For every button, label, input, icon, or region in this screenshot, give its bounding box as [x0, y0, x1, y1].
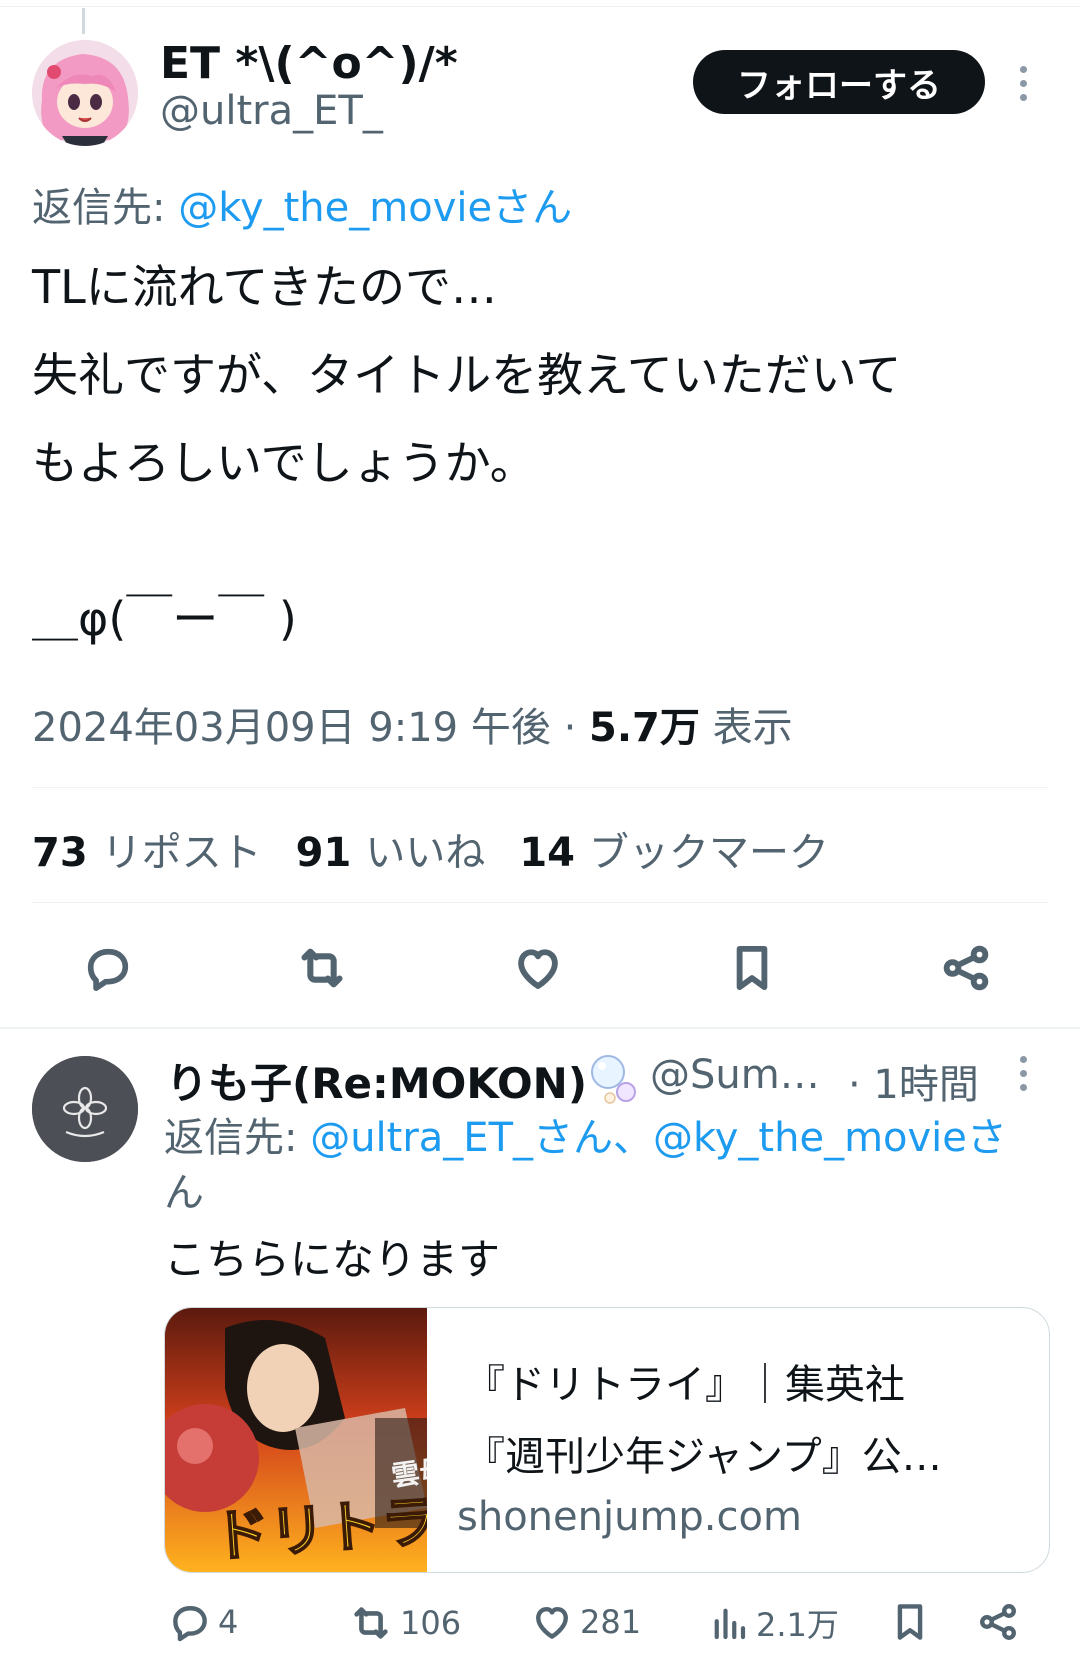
- tweet-body-line-5: ＿φ(￣ー￣ ): [32, 592, 297, 646]
- bubbles-emoji-icon: [588, 1052, 638, 1106]
- reply-to-handles-link[interactable]: @ultra_ET_さん、@ky_the_movieさ: [310, 1115, 1007, 1161]
- like-label[interactable]: いいね: [365, 830, 485, 876]
- tweet-meta: 2024年03月09日 9:19 午後 · 5.7万 表示: [32, 695, 793, 753]
- like-icon[interactable]: [508, 938, 568, 998]
- tweet-body-line-2: 失礼ですが、タイトルを教えていただいて: [32, 348, 902, 402]
- section-divider: [0, 1027, 1080, 1029]
- views-icon: [714, 1608, 746, 1640]
- share-icon[interactable]: [936, 938, 996, 998]
- reply-icon[interactable]: [78, 938, 138, 998]
- top-divider: [0, 6, 1080, 7]
- reply-share-action[interactable]: [976, 1600, 1020, 1644]
- retweet-icon[interactable]: [292, 938, 352, 998]
- reply-views-action[interactable]: 2.1万: [708, 1600, 839, 1646]
- avatar-image: [32, 1056, 138, 1162]
- reply-to-line: 返信先: @ky_the_movieさん: [32, 175, 572, 233]
- reply-to-handle-link[interactable]: @ky_the_movieさん: [178, 185, 572, 231]
- tweet-timestamp[interactable]: 2024年03月09日 9:19 午後: [32, 705, 551, 751]
- link-card-domain: shonenjump.com: [457, 1494, 802, 1540]
- engagement-stats: 73 リポスト 91 いいね 14 ブックマーク: [32, 820, 863, 878]
- meta-separator: ·: [550, 705, 590, 751]
- reply-more-options-icon[interactable]: [1015, 1056, 1031, 1091]
- tweet-body-line-3: もよろしいでしょうか。: [32, 436, 536, 490]
- link-card-title-line-1: 『ドリトライ』｜集英社: [465, 1362, 905, 1408]
- bookmark-label[interactable]: ブックマーク: [589, 830, 829, 876]
- views-label: 表示: [699, 705, 793, 751]
- bookmark-icon: [897, 1604, 923, 1640]
- more-options-icon[interactable]: [1015, 66, 1031, 101]
- author-name[interactable]: ET *\(^o^)/*: [160, 38, 458, 89]
- bookmark-count[interactable]: 14: [519, 830, 575, 876]
- follow-button[interactable]: フォローする: [693, 50, 985, 114]
- reply-retweet-action[interactable]: 106: [348, 1600, 461, 1646]
- views-count: 5.7万: [589, 705, 700, 751]
- reply-time[interactable]: · 1時間: [848, 1052, 979, 1110]
- like-count[interactable]: 91: [296, 830, 352, 876]
- share-icon: [980, 1604, 1016, 1640]
- reply-icon: [173, 1606, 207, 1642]
- reply-reply-to-line: 返信先: @ultra_ET_さん、@ky_the_movieさ: [164, 1105, 1007, 1163]
- retweet-icon: [354, 1607, 388, 1639]
- reply-to-prefix: 返信先:: [32, 185, 179, 231]
- bookmark-icon[interactable]: [722, 938, 782, 998]
- reply-to-prefix: 返信先:: [164, 1115, 311, 1161]
- reply-to-handles-continuation[interactable]: ん: [164, 1160, 204, 1218]
- reply-author-name[interactable]: りも子(Re:MOKON): [166, 1050, 587, 1111]
- link-card-title-line-2: 『週刊少年ジャンプ』公…: [465, 1434, 942, 1480]
- repost-count[interactable]: 73: [32, 830, 88, 876]
- reply-author-handle[interactable]: @Sum…: [650, 1052, 820, 1098]
- reply-count: 4: [218, 1603, 239, 1641]
- repost-label[interactable]: リポスト: [102, 830, 262, 876]
- author-handle[interactable]: @ultra_ET_: [160, 88, 383, 134]
- divider: [32, 787, 1048, 788]
- reply-like-action[interactable]: 281: [530, 1600, 641, 1644]
- reply-reply-action[interactable]: 4: [168, 1600, 238, 1644]
- reply-author-avatar[interactable]: [32, 1056, 138, 1162]
- author-avatar[interactable]: [32, 40, 138, 146]
- reply-body: こちらになります: [164, 1235, 501, 1284]
- link-card[interactable]: 雲母坂盾 ドリトライ 『ドリトライ』｜集英社 『週刊少年ジャンプ』公… shon…: [164, 1307, 1050, 1573]
- tweet-body-line-1: TLに流れてきたので…: [32, 260, 497, 314]
- views-count: 2.1万: [756, 1606, 839, 1644]
- retweet-count: 106: [400, 1604, 462, 1642]
- avatar-image: [32, 40, 138, 146]
- like-count: 281: [580, 1603, 642, 1641]
- thread-connector-line: [82, 8, 85, 34]
- like-icon: [536, 1606, 568, 1639]
- divider: [32, 902, 1048, 903]
- link-card-thumbnail: 雲母坂盾 ドリトライ: [165, 1308, 505, 1572]
- reply-bookmark-action[interactable]: [888, 1600, 932, 1644]
